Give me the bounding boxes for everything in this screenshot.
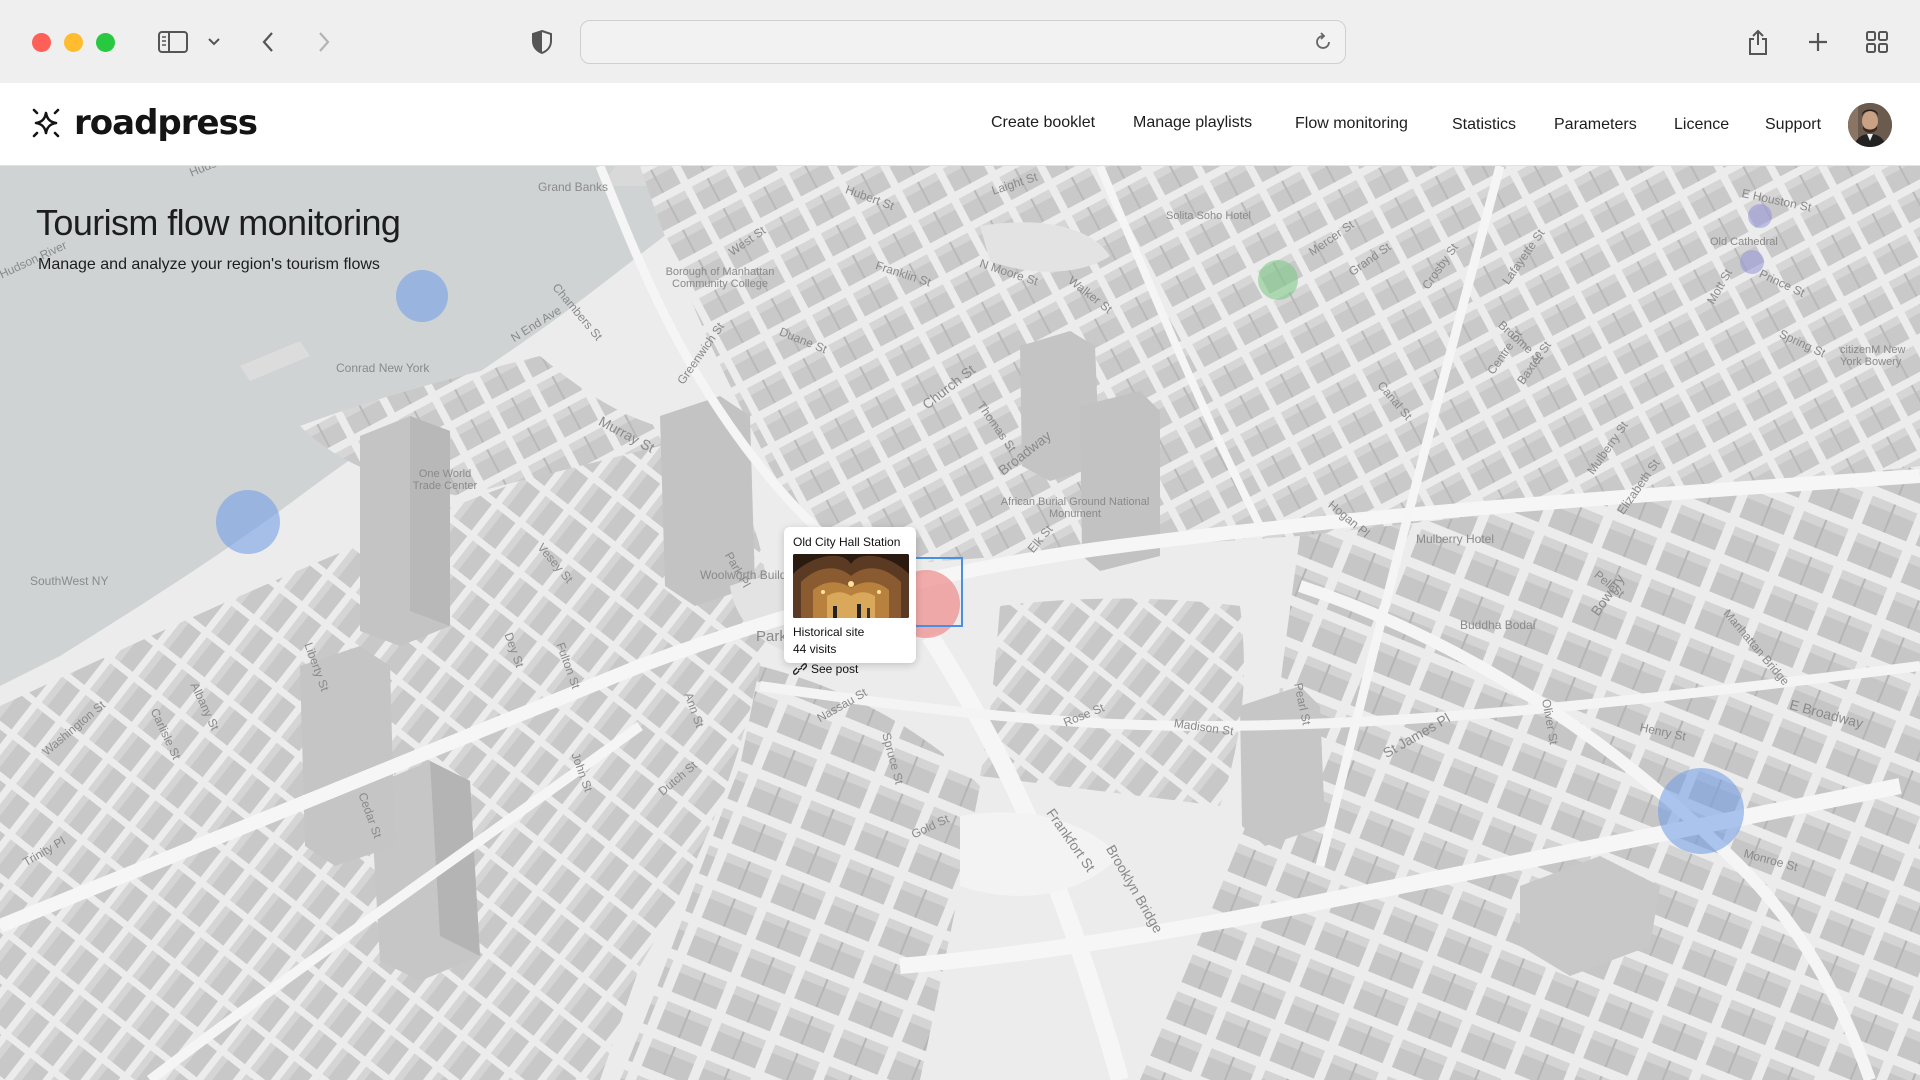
shield-icon[interactable] [530, 24, 554, 60]
poi-marker[interactable] [1258, 260, 1298, 300]
brand-logo[interactable]: roadpress [28, 103, 258, 143]
poi-category: Historical site [793, 625, 865, 639]
page-title: Tourism flow monitoring [36, 202, 401, 243]
poi-marker[interactable] [216, 490, 280, 554]
map-label: Solita Soho Hotel [1166, 210, 1251, 222]
nav-parameters[interactable]: Parameters [1554, 116, 1637, 134]
see-post-label: See post [811, 662, 859, 676]
poi-marker[interactable] [1748, 204, 1772, 228]
map-view[interactable]: Hudson Grand Banks West St Hudson River … [0, 166, 1920, 1080]
map-label: Grand Banks [538, 180, 609, 194]
nav-flow-monitoring[interactable]: Flow monitoring [1295, 115, 1408, 133]
map-label: citizenM New York Bowery [1840, 344, 1906, 368]
nav-manage-playlists[interactable]: Manage playlists [1133, 114, 1252, 132]
minimize-window-button[interactable] [64, 33, 83, 52]
app-header: roadpress Create booklet Manage playlist… [0, 83, 1920, 166]
back-icon[interactable] [258, 24, 278, 60]
nav-create-booklet[interactable]: Create booklet [991, 114, 1095, 132]
reload-icon[interactable] [1313, 32, 1333, 57]
map-label: Old Cathedral [1710, 236, 1778, 248]
brand-name: roadpress [74, 103, 258, 143]
link-icon [793, 663, 807, 675]
poi-marker[interactable] [1740, 250, 1764, 274]
nav-statistics[interactable]: Statistics [1452, 116, 1516, 134]
poi-popup-card[interactable]: Old City Hall Station Historical site 44… [784, 527, 916, 676]
see-post-link[interactable]: See post [793, 662, 907, 676]
user-avatar[interactable] [1848, 103, 1892, 147]
sidebar-icon[interactable] [156, 24, 190, 60]
share-icon[interactable] [1746, 24, 1770, 60]
poi-photo [793, 554, 909, 618]
map-label: African Burial Ground National Monument [1000, 496, 1150, 520]
poi-marker[interactable] [1658, 768, 1744, 854]
map-label: One World Trade Center [412, 468, 478, 492]
poi-visits: 44 visits [793, 642, 837, 656]
zoom-window-button[interactable] [96, 33, 115, 52]
tab-overview-icon[interactable] [1864, 24, 1890, 60]
nav-licence[interactable]: Licence [1674, 116, 1729, 134]
sparkle-logo-icon [32, 108, 60, 138]
poi-marker[interactable] [396, 270, 448, 322]
map-label: Conrad New York [336, 361, 430, 375]
new-tab-icon[interactable] [1806, 24, 1830, 60]
page-subtitle: Manage and analyze your region's tourism… [38, 256, 380, 273]
poi-popup-title: Old City Hall Station [793, 535, 901, 549]
close-window-button[interactable] [32, 33, 51, 52]
nav-support[interactable]: Support [1765, 116, 1821, 134]
map-label: Mulberry Hotel [1416, 532, 1495, 546]
chevron-down-icon[interactable] [206, 24, 222, 60]
map-label: SouthWest NY [30, 574, 109, 588]
address-bar[interactable] [580, 20, 1346, 64]
browser-toolbar [0, 0, 1920, 83]
forward-icon[interactable] [314, 24, 334, 60]
map-label: Buddha Bodai [1460, 618, 1536, 632]
map-label: Borough of Manhattan Community College [665, 266, 775, 290]
